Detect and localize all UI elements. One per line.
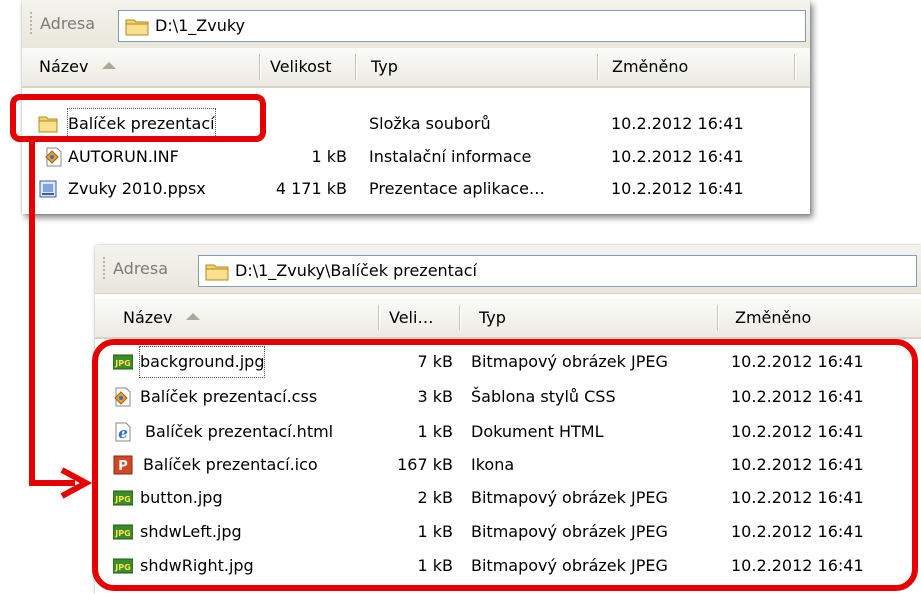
column-divider[interactable] <box>259 54 260 80</box>
file-name: Zvuky 2010.ppsx <box>68 179 206 198</box>
column-header: Název Velikost Typ Změněno <box>22 48 810 88</box>
column-header-modified[interactable]: Změněno <box>612 48 688 86</box>
column-header-name[interactable]: Název <box>123 299 201 337</box>
column-header-type[interactable]: Typ <box>371 48 398 86</box>
column-name-label: Název <box>123 308 173 327</box>
powerpoint-show-icon <box>39 180 57 198</box>
file-type: Složka souborů <box>369 114 491 133</box>
file-type: Instalační informace <box>369 147 532 166</box>
folder-icon <box>205 264 229 281</box>
column-header-size[interactable]: Veli… <box>389 299 433 337</box>
file-size: 4 171 kB <box>275 179 347 198</box>
address-field[interactable]: D:\1_Zvuky\Balíček prezentací <box>198 255 917 287</box>
address-label: Adresa <box>113 259 169 278</box>
folder-icon <box>125 19 149 36</box>
address-field[interactable]: D:\1_Zvuky <box>118 10 806 42</box>
address-path: D:\1_Zvuky <box>155 16 246 35</box>
sort-ascending-icon <box>102 62 117 69</box>
column-header: Název Veli… Typ Změněno <box>95 299 921 339</box>
list-item[interactable]: Zvuky 2010.ppsx 4 171 kB Prezentace apli… <box>22 174 810 204</box>
column-name-label: Název <box>39 57 89 76</box>
highlight-box-contents <box>92 339 918 591</box>
address-bar: Adresa D:\1_Zvuky <box>22 0 810 49</box>
sort-ascending-icon <box>186 313 201 320</box>
address-path: D:\1_Zvuky\Balíček prezentací <box>235 261 477 280</box>
toolbar-grip[interactable] <box>103 257 107 279</box>
file-size <box>259 109 347 139</box>
column-header-size[interactable]: Velikost <box>270 48 332 86</box>
column-divider[interactable] <box>597 54 598 80</box>
column-header-name[interactable]: Název <box>39 48 117 86</box>
file-modified: 10.2.2012 16:41 <box>611 114 744 133</box>
toolbar-grip[interactable] <box>30 12 34 34</box>
arrow-head-icon <box>60 467 92 499</box>
column-divider[interactable] <box>355 54 356 80</box>
column-divider[interactable] <box>794 54 795 80</box>
highlight-box-folder <box>10 94 266 142</box>
file-name: AUTORUN.INF <box>68 147 179 166</box>
column-divider[interactable] <box>378 305 379 331</box>
file-type: Prezentace aplikace… <box>369 179 545 198</box>
file-modified: 10.2.2012 16:41 <box>611 179 744 198</box>
column-header-type[interactable]: Typ <box>479 299 506 337</box>
column-header-modified[interactable]: Změněno <box>735 299 811 337</box>
file-modified: 10.2.2012 16:41 <box>611 147 744 166</box>
list-item[interactable]: AUTORUN.INF 1 kB Instalační informace 10… <box>22 142 810 172</box>
address-bar: Adresa D:\1_Zvuky\Balíček prezentací <box>95 245 921 294</box>
address-label: Adresa <box>40 14 96 33</box>
connector-line-vertical <box>29 140 35 486</box>
column-divider[interactable] <box>717 305 718 331</box>
column-divider[interactable] <box>459 305 460 331</box>
setup-info-icon <box>45 147 62 167</box>
file-size: 1 kB <box>311 147 347 166</box>
